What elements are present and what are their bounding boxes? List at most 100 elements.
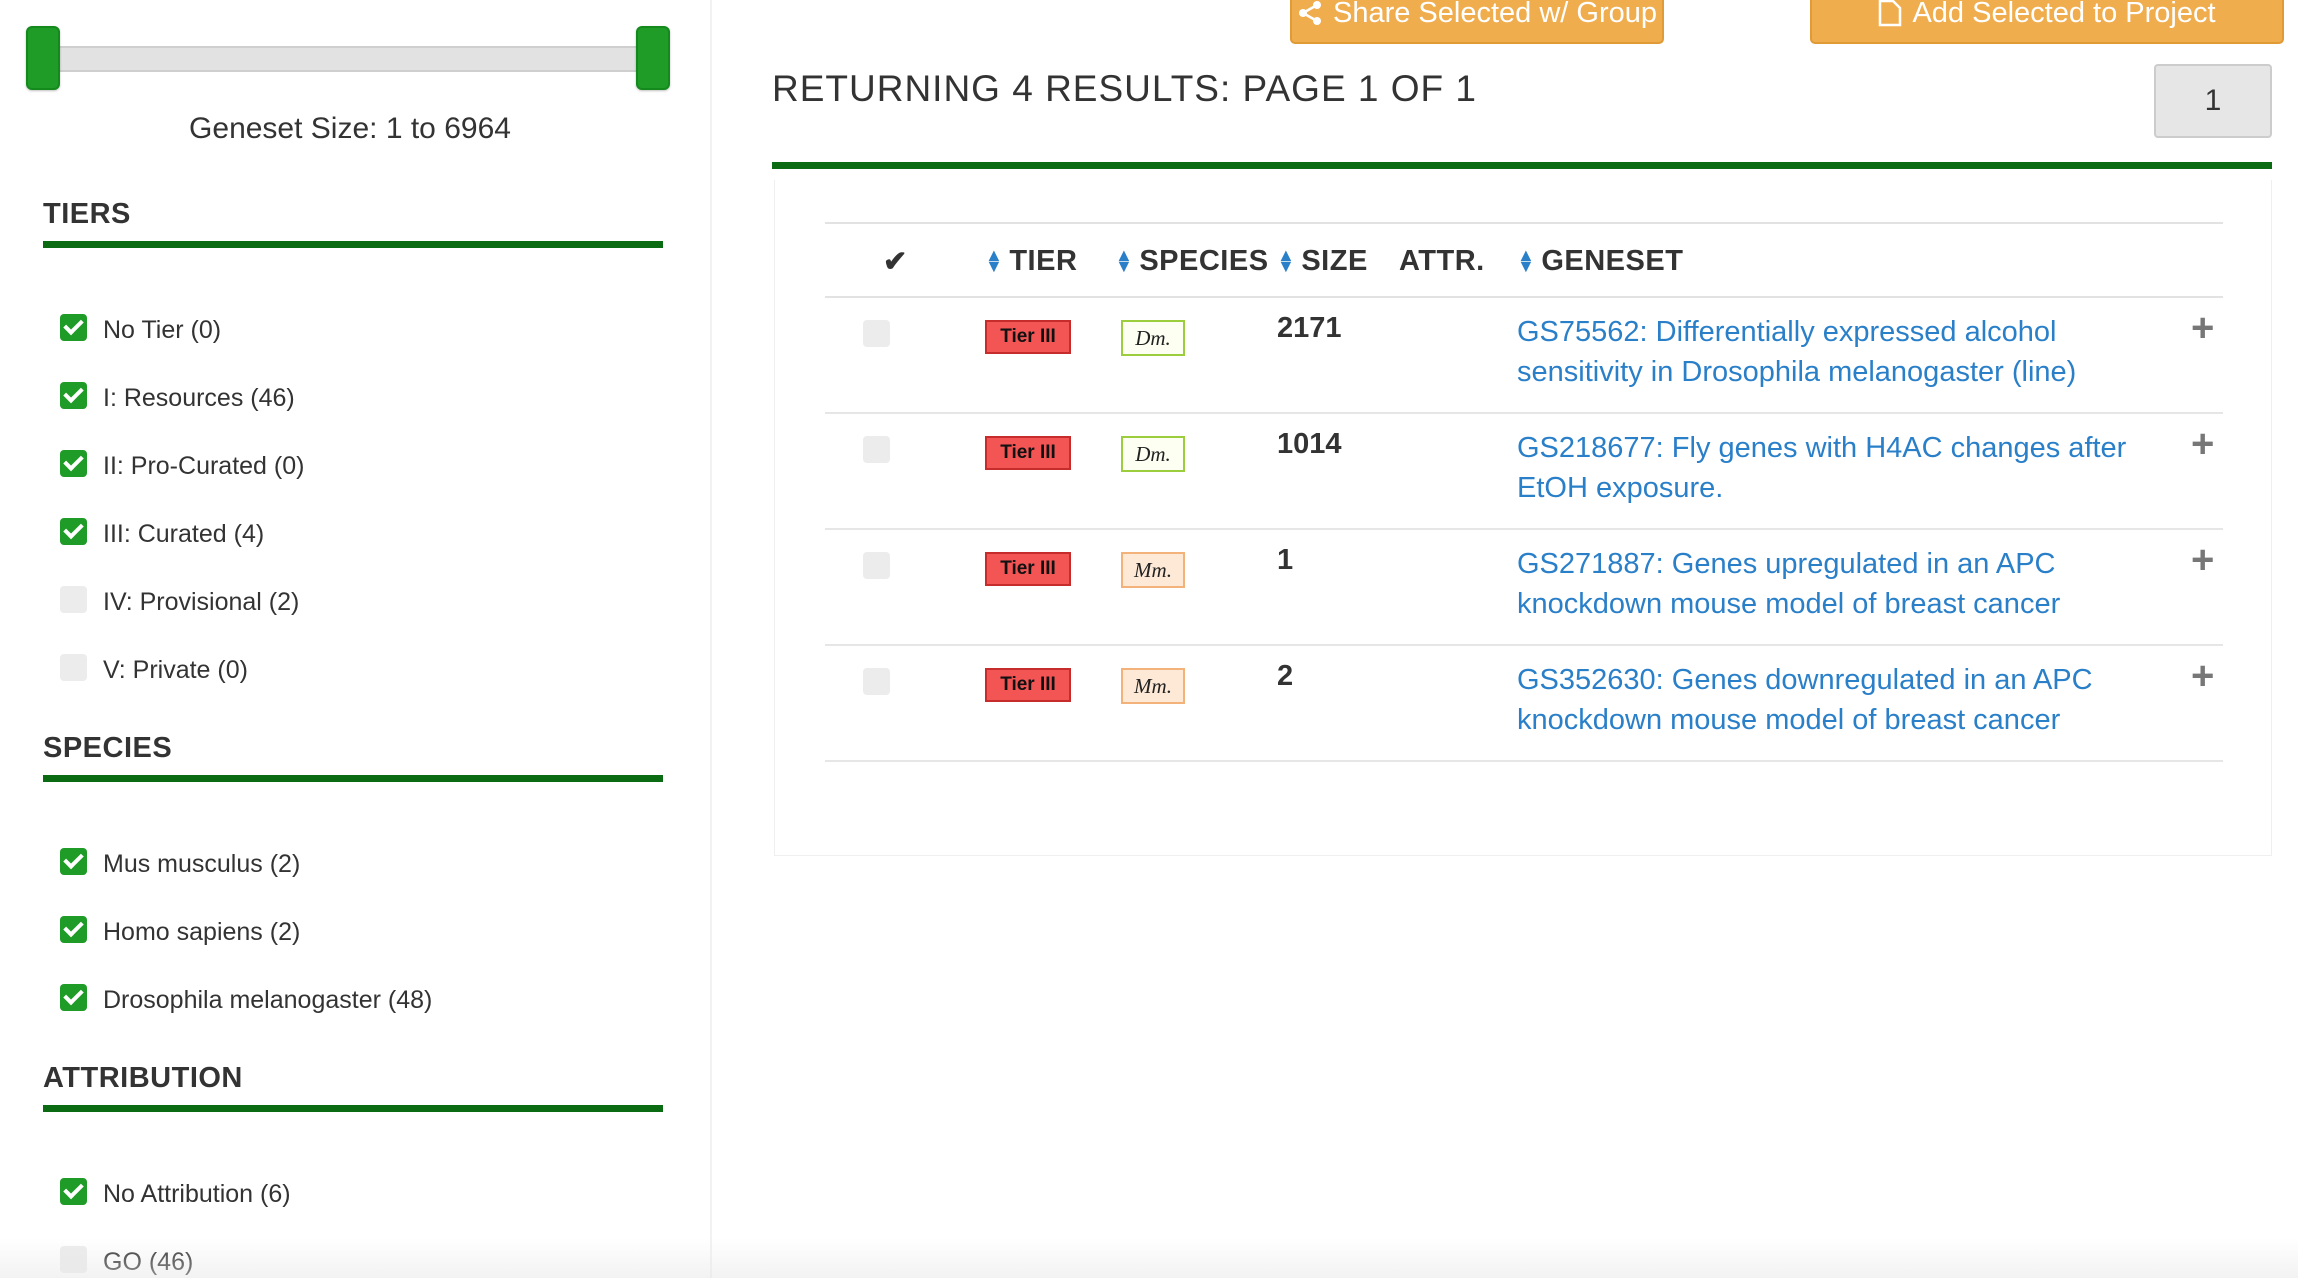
column-label: TIER — [1009, 244, 1078, 277]
row-checkbox[interactable] — [863, 668, 890, 695]
filter-label: IV: Provisional (2) — [103, 587, 300, 616]
share-icon — [1298, 1, 1321, 25]
species-badge: Dm. — [1121, 436, 1185, 472]
geneset-size-slider[interactable] — [26, 26, 670, 92]
geneset-size: 2171 — [1277, 312, 1342, 344]
geneset-link[interactable]: GS271887: Genes upregulated in an APC kn… — [1517, 544, 2137, 624]
column-header-geneset[interactable]: ▲ ▼ GENESET — [1517, 224, 1683, 298]
select-all-header[interactable]: ✔ — [883, 224, 908, 298]
filter-label: GO (46) — [103, 1247, 194, 1276]
geneset-size: 2 — [1277, 660, 1294, 692]
checkbox-checked[interactable] — [60, 983, 87, 1011]
column-header-attr: ATTR. — [1399, 224, 1485, 298]
tier-badge: Tier III — [985, 552, 1071, 586]
filter-label: No Tier (0) — [103, 315, 222, 344]
filter-label: Mus musculus (2) — [103, 849, 301, 878]
filter-label: Homo sapiens (2) — [103, 917, 301, 946]
filter-label: III: Curated (4) — [103, 519, 265, 548]
geneset-size: 1 — [1277, 544, 1294, 576]
attribution-section: ATTRIBUTION No Attribution (6) GO (46) — [43, 1062, 663, 1278]
filter-item-tier-3[interactable]: III: Curated (4) — [43, 500, 663, 568]
geneset-link[interactable]: GS352630: Genes downregulated in an APC … — [1517, 660, 2137, 740]
filter-label: Drosophila melanogaster (48) — [103, 985, 433, 1014]
sort-icon: ▲ ▼ — [1277, 245, 1296, 276]
checkbox-checked[interactable] — [60, 381, 87, 409]
row-checkbox[interactable] — [863, 552, 890, 579]
results-heading: RETURNING 4 RESULTS: PAGE 1 OF 1 — [772, 68, 1477, 109]
results-table: ✔ ▲ ▼ TIER ▲ ▼ SPECIES ▲ ▼ SIZE ATTR. ▲ … — [825, 222, 2223, 762]
checkbox-checked[interactable] — [60, 449, 87, 477]
file-icon — [1879, 0, 1902, 27]
filter-item-tier-4[interactable]: IV: Provisional (2) — [43, 568, 663, 636]
expand-row-button[interactable]: + — [2191, 306, 2214, 351]
page-number-button[interactable]: 1 — [2154, 64, 2272, 138]
checkbox-unchecked[interactable] — [60, 585, 87, 613]
filter-label: II: Pro-Curated (0) — [103, 451, 305, 480]
checkbox-checked[interactable] — [60, 847, 87, 875]
filter-item-drosophila[interactable]: Drosophila melanogaster (48) — [43, 966, 663, 1034]
species-badge: Dm. — [1121, 320, 1185, 356]
attribution-list: No Attribution (6) GO (46) — [43, 1160, 663, 1278]
expand-row-button[interactable]: + — [2191, 538, 2214, 583]
geneset-link[interactable]: GS75562: Differentially expressed alcoho… — [1517, 312, 2137, 392]
tiers-section: TIERS No Tier (0) I: Resources (46) II: … — [43, 198, 663, 704]
filter-item-homo-sapiens[interactable]: Homo sapiens (2) — [43, 898, 663, 966]
table-row: Tier III Mm. 1 GS271887: Genes upregulat… — [825, 530, 2223, 646]
checkbox-unchecked[interactable] — [60, 653, 87, 681]
filter-item-go[interactable]: GO (46) — [43, 1228, 663, 1278]
filter-item-tier-5[interactable]: V: Private (0) — [43, 636, 663, 704]
species-badge: Mm. — [1121, 552, 1185, 588]
filter-item-tier-1[interactable]: I: Resources (46) — [43, 364, 663, 432]
slider-min-handle[interactable] — [26, 26, 60, 90]
checkbox-unchecked[interactable] — [60, 1245, 87, 1273]
section-title-species: SPECIES — [43, 732, 663, 782]
add-to-project-label: Add Selected to Project — [1912, 0, 2216, 29]
tiers-list: No Tier (0) I: Resources (46) II: Pro-Cu… — [43, 296, 663, 704]
sort-icon: ▲ ▼ — [985, 245, 1004, 276]
tier-badge: Tier III — [985, 436, 1071, 470]
checkbox-checked[interactable] — [60, 313, 87, 341]
column-header-size[interactable]: ▲ ▼ SIZE — [1277, 224, 1368, 298]
expand-row-button[interactable]: + — [2191, 654, 2214, 699]
column-label: SPECIES — [1139, 244, 1269, 277]
share-selected-button[interactable]: Share Selected w/ Group — [1290, 0, 1664, 44]
species-section: SPECIES Mus musculus (2) Homo sapiens (2… — [43, 732, 663, 1034]
divider — [772, 162, 2272, 169]
species-badge: Mm. — [1121, 668, 1185, 704]
filter-label: I: Resources (46) — [103, 383, 295, 412]
checkbox-checked[interactable] — [60, 517, 87, 545]
table-row: Tier III Dm. 2171 GS75562: Differentiall… — [825, 298, 2223, 414]
row-checkbox[interactable] — [863, 436, 890, 463]
share-selected-label: Share Selected w/ Group — [1332, 0, 1657, 29]
column-label: SIZE — [1301, 244, 1368, 277]
column-label: GENESET — [1541, 244, 1684, 277]
column-header-species[interactable]: ▲ ▼ SPECIES — [1115, 224, 1269, 298]
filter-item-tier-2[interactable]: II: Pro-Curated (0) — [43, 432, 663, 500]
geneset-link[interactable]: GS218677: Fly genes with H4AC changes af… — [1517, 428, 2137, 508]
table-header: ✔ ▲ ▼ TIER ▲ ▼ SPECIES ▲ ▼ SIZE ATTR. ▲ … — [825, 222, 2223, 298]
checkmark-icon: ✔ — [883, 245, 908, 278]
add-to-project-button[interactable]: Add Selected to Project — [1810, 0, 2284, 44]
species-list: Mus musculus (2) Homo sapiens (2) Drosop… — [43, 830, 663, 1034]
tier-badge: Tier III — [985, 668, 1071, 702]
section-title-attribution: ATTRIBUTION — [43, 1062, 663, 1112]
results-main: Share Selected w/ Group Add Selected to … — [712, 0, 2298, 1278]
filter-item-mus-musculus[interactable]: Mus musculus (2) — [43, 830, 663, 898]
expand-row-button[interactable]: + — [2191, 422, 2214, 467]
slider-max-handle[interactable] — [636, 26, 670, 90]
filter-label: No Attribution (6) — [103, 1179, 291, 1208]
slider-track[interactable] — [56, 46, 640, 72]
filter-item-no-tier[interactable]: No Tier (0) — [43, 296, 663, 364]
filter-item-no-attribution[interactable]: No Attribution (6) — [43, 1160, 663, 1228]
checkbox-checked[interactable] — [60, 1177, 87, 1205]
geneset-size: 1014 — [1277, 428, 1342, 460]
sort-icon: ▲ ▼ — [1517, 245, 1536, 276]
tier-badge: Tier III — [985, 320, 1071, 354]
section-title-tiers: TIERS — [43, 198, 663, 248]
row-checkbox[interactable] — [863, 320, 890, 347]
table-row: Tier III Mm. 2 GS352630: Genes downregul… — [825, 646, 2223, 762]
table-row: Tier III Dm. 1014 GS218677: Fly genes wi… — [825, 414, 2223, 530]
geneset-size-label: Geneset Size: 1 to 6964 — [189, 112, 511, 145]
checkbox-checked[interactable] — [60, 915, 87, 943]
column-header-tier[interactable]: ▲ ▼ TIER — [985, 224, 1077, 298]
